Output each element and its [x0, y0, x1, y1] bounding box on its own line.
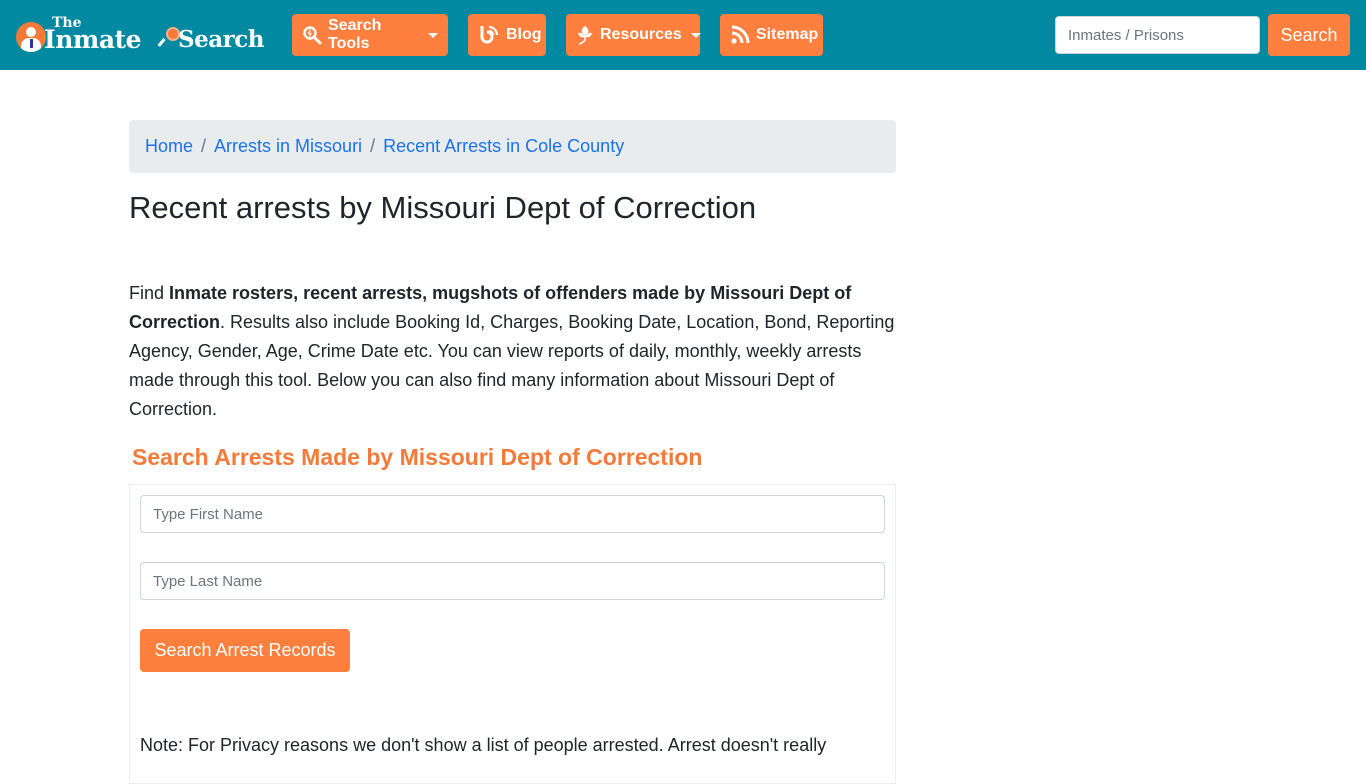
- privacy-note: Note: For Privacy reasons we don't show …: [140, 735, 827, 755]
- breadcrumb-recent-arrests-cole-county[interactable]: Recent Arrests in Cole County: [383, 136, 624, 157]
- blog-icon: [478, 24, 500, 46]
- breadcrumb-separator: /: [201, 136, 207, 156]
- logo-text-search: Search: [178, 26, 265, 53]
- breadcrumb-home[interactable]: Home: [145, 136, 193, 157]
- nav-resources-button[interactable]: Resources: [566, 14, 701, 56]
- search-arrest-records-button[interactable]: Search Arrest Records: [140, 629, 350, 672]
- search-form-heading: Search Arrests Made by Missouri Dept of …: [132, 444, 703, 470]
- chevron-down-icon: [428, 32, 438, 38]
- chevron-down-icon: [690, 32, 701, 38]
- nav-sitemap-label: Sitemap: [756, 26, 819, 43]
- intro-prefix: Find: [129, 283, 170, 303]
- search-tools-icon: [302, 25, 322, 45]
- top-navbar: The Inmate Search Search Tools Blog Reso…: [0, 0, 1366, 70]
- inmate-person-icon: [16, 22, 46, 52]
- nav-search-tools-button[interactable]: Search Tools: [292, 14, 448, 56]
- intro-paragraph: Find Inmate rosters, recent arrests, mug…: [129, 279, 896, 424]
- intro-rest: . Results also include Booking Id, Charg…: [129, 312, 895, 419]
- breadcrumb: Home / Arrests in Missouri / Recent Arre…: [129, 120, 896, 173]
- top-search-button[interactable]: Search: [1268, 14, 1350, 56]
- breadcrumb-arrests-in-missouri[interactable]: Arrests in Missouri: [214, 136, 362, 157]
- leaf-icon: [576, 25, 594, 45]
- arrest-search-form: Search Arrest Records Note: For Privacy …: [129, 484, 896, 784]
- nav-search-tools-label: Search Tools: [328, 17, 382, 52]
- rss-icon: [730, 25, 750, 45]
- site-logo[interactable]: The Inmate Search: [14, 14, 274, 58]
- nav-blog-label: Blog: [506, 26, 542, 43]
- nav-resources-label: Resources: [600, 26, 682, 43]
- last-name-input[interactable]: [140, 562, 885, 600]
- logo-text-inmate: Inmate: [44, 25, 141, 54]
- first-name-input[interactable]: [140, 495, 885, 533]
- inmate-search-input[interactable]: [1055, 16, 1260, 54]
- nav-sitemap-button[interactable]: Sitemap: [720, 14, 823, 56]
- page-title: Recent arrests by Missouri Dept of Corre…: [129, 190, 757, 225]
- nav-blog-button[interactable]: Blog: [468, 14, 546, 56]
- breadcrumb-separator: /: [370, 136, 376, 156]
